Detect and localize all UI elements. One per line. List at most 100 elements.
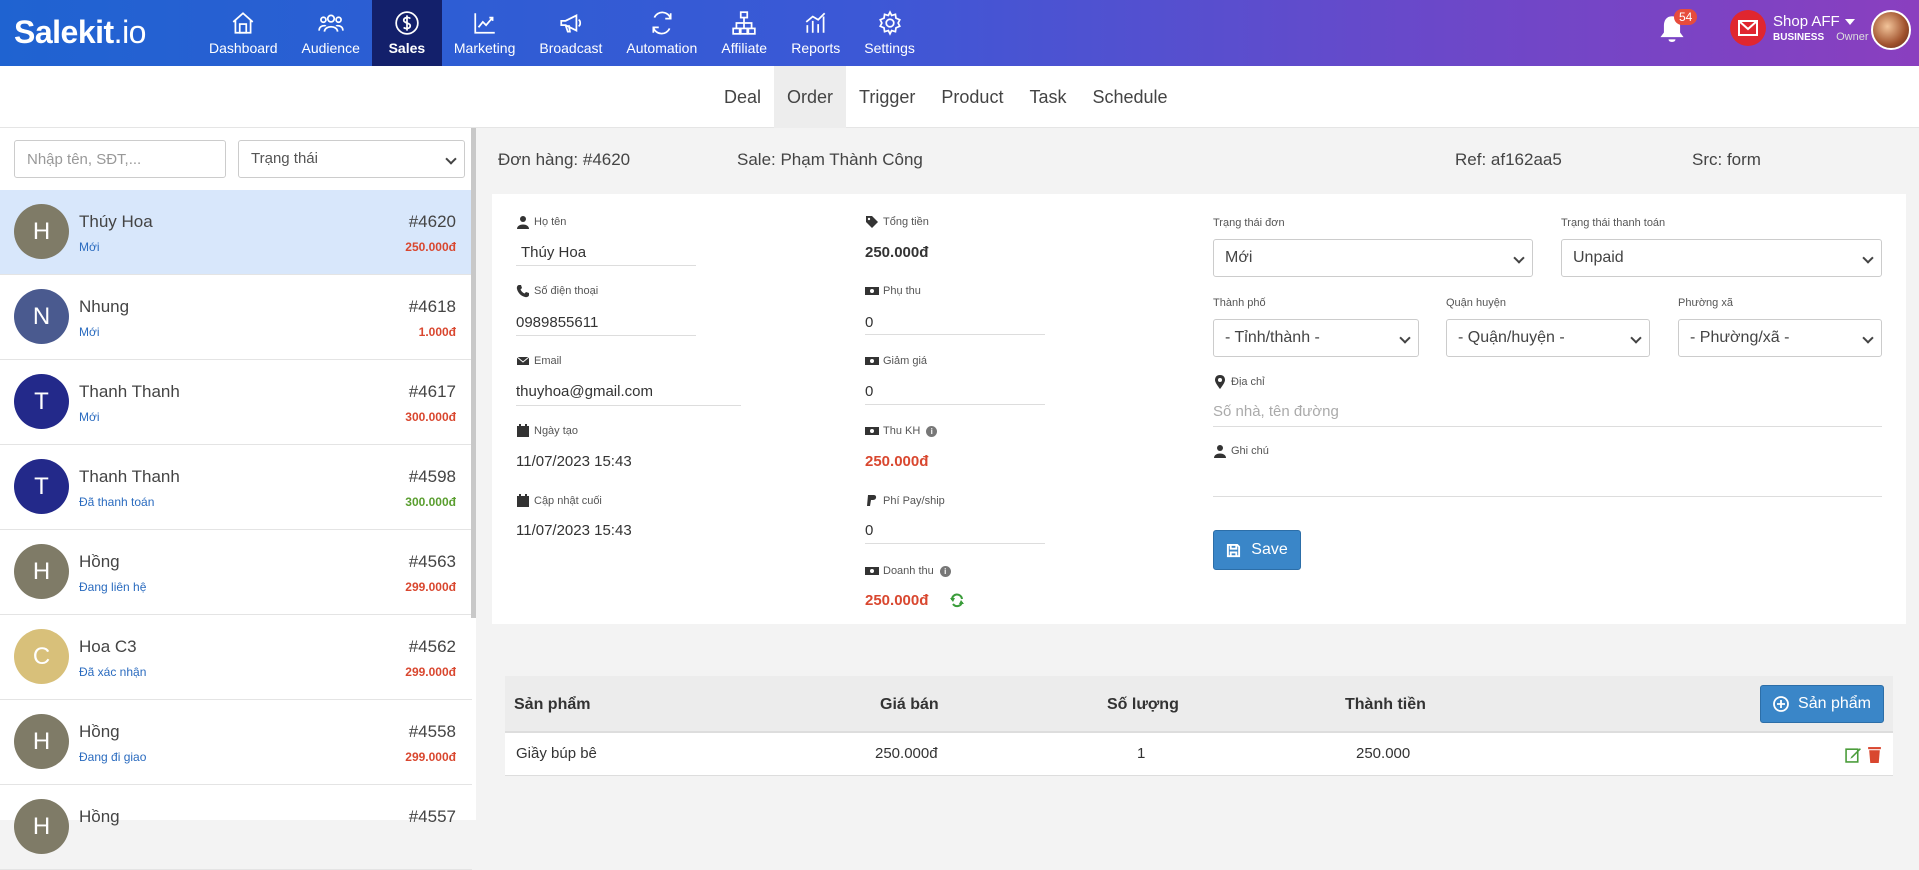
revenue-amount: 250.000đ	[865, 592, 929, 609]
order-amount: 300.000đ	[405, 495, 456, 509]
user-icon	[517, 216, 529, 229]
order-src: Src: form	[1692, 150, 1761, 169]
info-icon[interactable]: i	[926, 425, 938, 437]
tab-order[interactable]: Order	[774, 66, 847, 128]
order-id: #4617	[408, 382, 456, 401]
surcharge-field[interactable]: 0	[865, 314, 873, 331]
created-label: Ngày tạo	[516, 424, 578, 438]
tab-task[interactable]: Task	[1016, 66, 1079, 128]
tab-schedule[interactable]: Schedule	[1079, 66, 1180, 128]
nav-sales[interactable]: Sales	[371, 0, 442, 66]
user-avatar[interactable]	[1871, 10, 1911, 50]
order-status: Đã xác nhận	[79, 665, 147, 679]
caret-down-icon	[1844, 19, 1855, 26]
order-amount: 250.000đ	[405, 240, 456, 254]
top-navbar: Salekit.io Dashboard Audience Sales Mark…	[0, 0, 1919, 66]
note-input[interactable]	[1213, 468, 1882, 494]
tag-icon	[866, 216, 878, 228]
tab-trigger[interactable]: Trigger	[846, 66, 928, 128]
mail-icon	[1730, 10, 1766, 46]
search-input[interactable]	[14, 140, 226, 178]
recalc-icon[interactable]	[949, 593, 965, 609]
order-list-item[interactable]: T Thanh Thanh Đã thanh toán #4598 300.000đ	[0, 445, 472, 530]
name-label: Họ tên	[516, 215, 566, 229]
sitemap-icon	[732, 11, 756, 35]
sale-person: Sale: Phạm Thành Công	[737, 150, 923, 169]
ward-select[interactable]: - Phường/xã -	[1678, 319, 1882, 357]
nav-settings[interactable]: Settings	[852, 0, 927, 66]
order-list-item[interactable]: N Nhung Mới #4618 1.000đ	[0, 275, 472, 360]
order-list-item[interactable]: T Thanh Thanh Mới #4617 300.000đ	[0, 360, 472, 445]
customer-avatar: H	[14, 204, 69, 259]
discount-field[interactable]: 0	[865, 383, 873, 400]
fee-field[interactable]: 0	[865, 522, 873, 539]
customer-name: Hoa C3	[79, 637, 137, 656]
customer-name: Nhung	[79, 297, 130, 316]
chart-line-icon	[474, 13, 495, 34]
save-button[interactable]: Save	[1213, 530, 1301, 570]
product-price: 250.000đ	[875, 745, 938, 762]
address-input[interactable]: Số nhà, tên đường	[1213, 403, 1339, 420]
add-product-button[interactable]: Sản phẩm	[1760, 685, 1884, 723]
nav-marketing[interactable]: Marketing	[442, 0, 527, 66]
revenue-label: Doanh thu i	[865, 564, 951, 578]
status-filter-select[interactable]: Trạng thái	[238, 140, 465, 178]
nav-audience[interactable]: Audience	[290, 0, 372, 66]
order-amount: 299.000đ	[405, 665, 456, 679]
city-label: Thành phố	[1213, 297, 1266, 309]
customer-avatar: H	[14, 799, 69, 854]
col-price: Giá bán	[880, 696, 939, 713]
order-id: #4558	[408, 722, 456, 741]
order-status-select[interactable]: Mới	[1213, 239, 1533, 277]
customer-name: Thúy Hoa	[79, 212, 153, 231]
note-label: Ghi chú	[1213, 444, 1269, 458]
list-scrollbar[interactable]	[471, 128, 476, 618]
district-select[interactable]: - Quận/huyện -	[1446, 319, 1650, 357]
order-list-item[interactable]: C Hoa C3 Đã xác nhận #4562 299.000đ	[0, 615, 472, 700]
chevron-down-icon	[1862, 252, 1874, 264]
order-list-item[interactable]: H Hồng #4557	[0, 785, 472, 870]
account-menu[interactable]: Shop AFF BUSINESS Owner	[1730, 10, 1869, 46]
calendar-icon	[517, 424, 529, 437]
edit-icon[interactable]	[1845, 746, 1862, 763]
chevron-down-icon	[445, 153, 457, 165]
order-id: #4618	[408, 297, 456, 316]
dollar-icon	[395, 11, 419, 35]
product-qty: 1	[1137, 745, 1146, 762]
nav-broadcast[interactable]: Broadcast	[527, 0, 614, 66]
nav-automation-label: Automation	[626, 40, 698, 56]
product-table: Sản phẩm Giá bán Số lượng Thành tiền Sản…	[505, 676, 1893, 776]
tab-product[interactable]: Product	[928, 66, 1016, 128]
phone-underline	[516, 335, 696, 336]
order-list-item[interactable]: H Hồng Đang liên hệ #4563 299.000đ	[0, 530, 472, 615]
calendar-icon	[517, 494, 529, 507]
nav-sales-label: Sales	[388, 40, 426, 56]
users-icon	[317, 14, 344, 32]
customer-email-field[interactable]: thuyhoa@gmail.com	[516, 383, 653, 400]
order-list-item[interactable]: H Hồng Đang đi giao #4558 299.000đ	[0, 700, 472, 785]
salekit-logo[interactable]: Salekit.io	[14, 14, 146, 51]
nav-affiliate[interactable]: Affiliate	[709, 0, 779, 66]
discount-underline	[865, 404, 1045, 405]
chevron-down-icon	[1399, 332, 1411, 344]
customer-phone-field[interactable]: 0989855611	[516, 314, 598, 331]
info-icon[interactable]: i	[939, 565, 951, 577]
nav-automation[interactable]: Automation	[614, 0, 709, 66]
surcharge-label: Phụ thu	[865, 284, 921, 298]
customer-name: Hồng	[79, 552, 120, 571]
nav-affiliate-label: Affiliate	[721, 40, 768, 56]
tab-deal[interactable]: Deal	[711, 66, 774, 128]
phone-label: Số điện thoại	[516, 284, 598, 298]
nav-dashboard[interactable]: Dashboard	[197, 0, 290, 66]
order-status: Đã thanh toán	[79, 495, 155, 509]
ward-label: Phường xã	[1678, 297, 1733, 309]
nav-reports[interactable]: Reports	[779, 0, 852, 66]
order-list-item[interactable]: H Thúy Hoa Mới #4620 250.000đ	[0, 190, 472, 275]
money-icon	[865, 357, 879, 365]
payment-status-select[interactable]: Unpaid	[1561, 239, 1882, 277]
city-select[interactable]: - Tỉnh/thành -	[1213, 319, 1419, 357]
refresh-icon	[652, 11, 672, 35]
trash-icon[interactable]	[1867, 746, 1882, 763]
customer-name-field[interactable]: Thúy Hoa	[521, 244, 586, 261]
order-status: Mới	[79, 325, 100, 339]
